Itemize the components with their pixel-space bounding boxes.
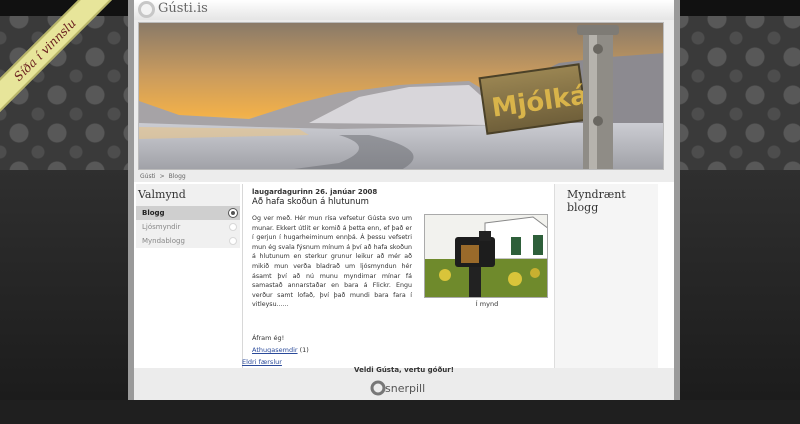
camera-photo-image[interactable] xyxy=(424,214,548,298)
sidebar-item-label: Blogg xyxy=(142,209,165,217)
page-inner: Gústi.is Mjólká Gústi > Blogg Valmynd Bl… xyxy=(134,0,674,400)
post-body: Og ver með. Hér mun rísa vefsetur Gústa … xyxy=(252,215,412,309)
bottom-bar xyxy=(0,400,800,424)
older-posts-link[interactable]: Eldri færslur xyxy=(242,358,282,366)
ribbon-text: Síða í vinnslu xyxy=(0,0,114,119)
sidebar-item-label: Ljósmyndir xyxy=(142,223,181,231)
post-sign-off: Áfram ég! xyxy=(252,334,285,342)
sidebar-nav: Valmynd Blogg Ljósmyndir Myndablogg xyxy=(136,184,240,248)
breadcrumb-home[interactable]: Gústi xyxy=(140,173,156,180)
comments-count: (1) xyxy=(299,346,309,354)
header-banner-image: Mjólká xyxy=(138,22,664,170)
sidebar-item-myndablogg[interactable]: Myndablogg xyxy=(136,234,240,248)
sidebar-item-label: Myndablogg xyxy=(142,237,185,245)
breadcrumb-separator: > xyxy=(159,173,165,180)
blog-post: laugardagurinn 26. janúar 2008 Að hafa s… xyxy=(252,188,548,354)
header-bar: Gústi.is xyxy=(134,0,674,20)
comments-link[interactable]: Athugasemdir xyxy=(252,346,298,354)
post-date: laugardagurinn 26. janúar 2008 xyxy=(252,188,378,196)
divider xyxy=(242,184,243,368)
active-dot-icon xyxy=(229,209,237,217)
corner-ribbon: Síða í vinnslu xyxy=(0,0,114,120)
site-title[interactable]: Gústi.is xyxy=(158,1,208,16)
breadcrumb: Gústi > Blogg xyxy=(140,173,190,180)
right-background-pattern xyxy=(660,0,800,424)
photo-caption: Í mynd xyxy=(475,300,499,308)
right-sidebar-heading: Myndrænt blogg xyxy=(567,188,626,214)
logo-icon[interactable] xyxy=(138,1,155,18)
breadcrumb-current[interactable]: Blogg xyxy=(169,173,186,180)
footer-text: Veldi Gústa, vertu góður! xyxy=(354,366,454,374)
dot-icon xyxy=(229,223,237,231)
right-sidebar: Myndrænt blogg xyxy=(554,184,658,368)
nav-heading: Valmynd xyxy=(138,188,186,201)
page-column: Gústi.is Mjólká Gústi > Blogg Valmynd Bl… xyxy=(128,0,680,400)
post-photo: Í mynd xyxy=(424,214,550,308)
sidebar-item-ljosmyndir[interactable]: Ljósmyndir xyxy=(136,220,240,234)
sidebar-item-blogg[interactable]: Blogg xyxy=(136,206,240,220)
post-title[interactable]: Að hafa skoðun á hlutunum xyxy=(252,197,542,207)
dot-icon xyxy=(229,237,237,245)
svg-text:snerpill: snerpill xyxy=(385,382,425,395)
snerpill-logo[interactable]: snerpill xyxy=(370,378,432,398)
comments-line: Athugasemdir (1) xyxy=(252,346,309,354)
